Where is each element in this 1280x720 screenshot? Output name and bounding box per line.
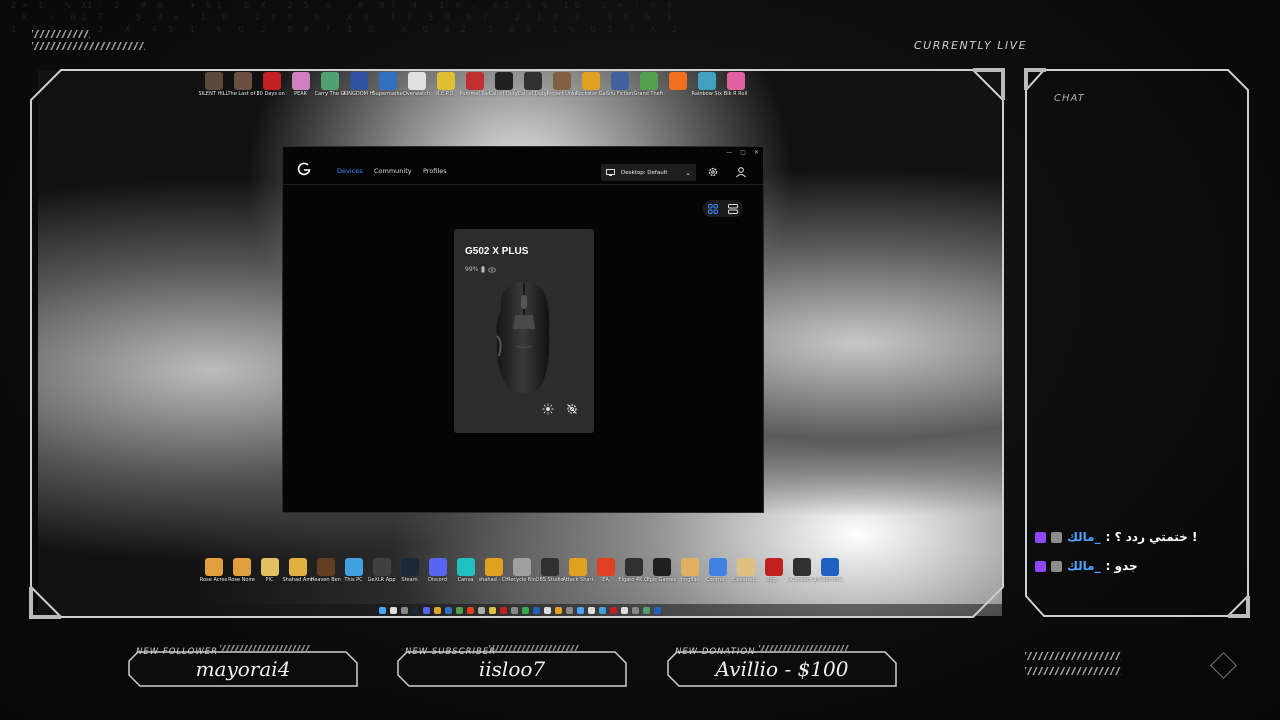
profile-selector-label: Desktop: Default xyxy=(621,169,668,176)
alert-label: NEW DONATION xyxy=(675,647,756,657)
desktop-icon xyxy=(606,169,615,176)
battery-icon xyxy=(481,266,485,273)
decor-stripes-bottom-right-2 xyxy=(1025,667,1121,675)
alert-stripe xyxy=(759,645,849,651)
alert-value: Avillio - $100 xyxy=(715,657,849,681)
decor-stripes-top-left xyxy=(32,30,90,38)
wireless-icon xyxy=(488,266,497,273)
nav-profiles[interactable]: Profiles xyxy=(423,167,447,175)
ghub-window: Devices Community Profiles — ▢ ✕ Desktop… xyxy=(282,146,764,513)
twitch-badge-icon xyxy=(1035,560,1046,572)
decor-stripes-top-left-2 xyxy=(32,42,145,50)
nav-devices[interactable]: Devices xyxy=(337,167,363,175)
battery-percent: 99% xyxy=(465,266,479,273)
alert-label: NEW SUBSCRIBER xyxy=(405,647,497,657)
profile-selector[interactable]: Desktop: Default ⌄ xyxy=(601,164,696,181)
chat-message: مالك_ : ختمتي ردد ؟ ! xyxy=(1035,530,1197,544)
maximize-button[interactable]: ▢ xyxy=(740,149,746,156)
battery-status: 99% xyxy=(465,266,497,273)
stream-overlay: { "overlay": { "live_label": "CURRENTLY … xyxy=(0,0,1280,720)
chat-username: مالك_ xyxy=(1067,530,1101,544)
chat-title: CHAT xyxy=(1054,93,1085,104)
alert-value: mayorai4 xyxy=(195,657,291,681)
user-badge-icon xyxy=(1051,531,1062,543)
settings-cog-icon[interactable] xyxy=(566,403,578,415)
logitech-g-icon[interactable] xyxy=(297,162,311,176)
alert-new-subscriber: NEW SUBSCRIBER iisloo7 xyxy=(397,645,627,687)
ghub-header: Devices Community Profiles — ▢ ✕ Desktop… xyxy=(283,147,763,185)
device-name: G502 X PLUS xyxy=(465,246,529,257)
alert-new-donation: NEW DONATION Avillio - $100 xyxy=(667,645,897,687)
user-badge-icon xyxy=(1051,560,1062,572)
device-card[interactable]: G502 X PLUS 99% xyxy=(454,229,594,433)
window-controls: — ▢ ✕ xyxy=(726,149,759,156)
chat-text: : ختمتي ردد ؟ ! xyxy=(1105,530,1198,544)
minimize-button[interactable]: — xyxy=(726,149,732,156)
mouse-image xyxy=(496,282,550,394)
chat-text: : جدو xyxy=(1105,559,1138,573)
lighting-icon[interactable] xyxy=(542,403,554,415)
alert-stripe xyxy=(489,645,579,651)
alert-new-follower: NEW FOLLOWER mayorai4 xyxy=(128,645,358,687)
nav-community[interactable]: Community xyxy=(374,167,412,175)
chat-username: مالك_ xyxy=(1067,559,1101,573)
close-button[interactable]: ✕ xyxy=(754,149,759,156)
list-view-icon[interactable] xyxy=(728,203,738,214)
twitch-badge-icon xyxy=(1035,531,1046,543)
alert-label: NEW FOLLOWER xyxy=(136,647,218,657)
alert-value: iisloo7 xyxy=(478,657,546,681)
chat-message: مالك_ : جدو xyxy=(1035,559,1138,573)
chevron-down-icon: ⌄ xyxy=(685,168,691,177)
currently-live-label: CURRENTLY LIVE xyxy=(914,39,1028,52)
user-icon[interactable] xyxy=(735,166,747,178)
alert-stripe xyxy=(220,645,310,651)
view-toggle[interactable] xyxy=(703,200,743,217)
grid-view-icon[interactable] xyxy=(708,203,718,214)
gear-icon[interactable] xyxy=(707,166,719,178)
decor-stripes-bottom-right xyxy=(1025,652,1121,660)
